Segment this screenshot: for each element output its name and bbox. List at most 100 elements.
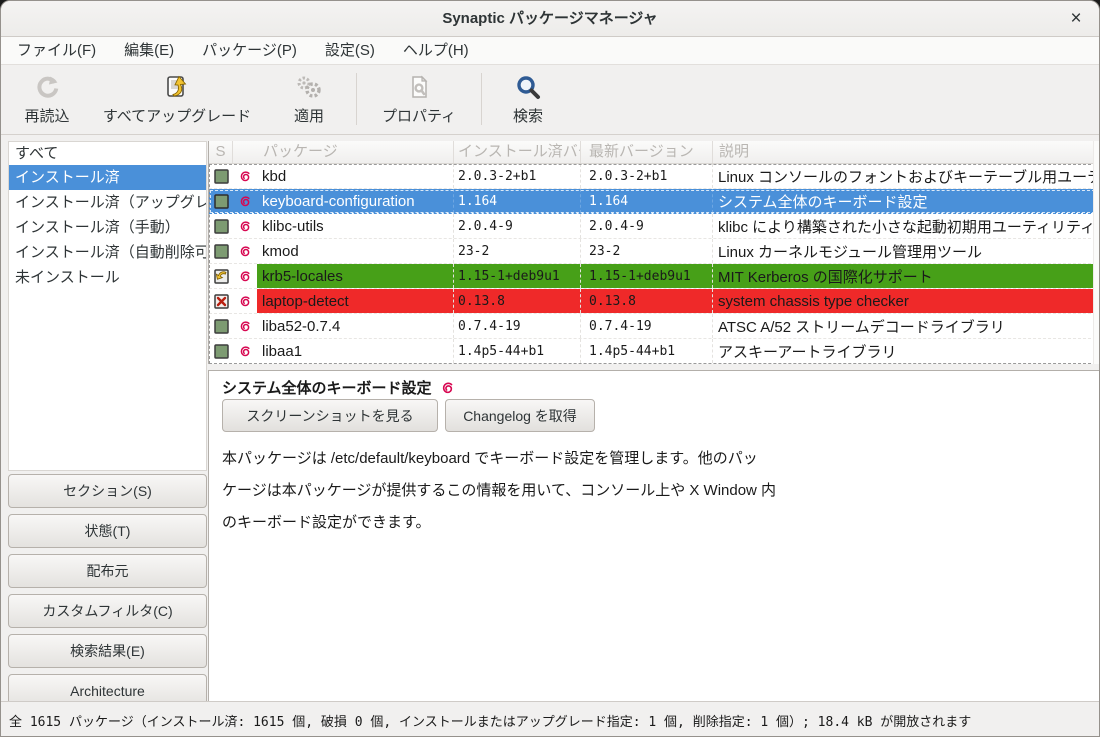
upgrade-all-button[interactable]: すべてアップグレード bbox=[97, 71, 257, 129]
menu-package[interactable]: パッケージ(P) bbox=[188, 37, 311, 64]
column-header-installed-version[interactable]: インストール済バージョン bbox=[454, 141, 581, 163]
status-bar: 全 1615 パッケージ（インストール済: 1615 個, 破損 0 個, イン… bbox=[1, 701, 1099, 737]
debian-swirl-icon bbox=[233, 264, 257, 288]
status-installed-icon bbox=[209, 164, 233, 188]
sidebar-item-installed[interactable]: インストール済 bbox=[9, 165, 206, 190]
table-row-marked-upgrade[interactable]: krb5-locales 1.15-1+deb9u1 1.15-1+deb9u1… bbox=[209, 264, 1100, 289]
column-header-description[interactable]: 説明 bbox=[713, 141, 1100, 163]
table-row[interactable]: kbd 2.0.3-2+b1 2.0.3-2+b1 Linux コンソールのフォ… bbox=[209, 164, 1100, 189]
table-row[interactable]: liba52-0.7.4 0.7.4-19 0.7.4-19 ATSC A/52… bbox=[209, 314, 1100, 339]
package-description: ATSC A/52 ストリームデコードライブラリ bbox=[713, 314, 1100, 338]
latest-version: 0.13.8 bbox=[581, 289, 713, 313]
installed-version: 0.7.4-19 bbox=[454, 314, 581, 338]
upgrade-all-icon bbox=[164, 71, 190, 103]
status-upgrade-icon bbox=[209, 264, 233, 288]
custom-filter-button[interactable]: カスタムフィルタ(C) bbox=[8, 594, 207, 628]
package-description: system chassis type checker bbox=[713, 289, 1100, 313]
upgrade-all-label: すべてアップグレード bbox=[103, 105, 251, 126]
sidebar-item-all[interactable]: すべて bbox=[9, 142, 206, 165]
table-header-row: S パッケージ インストール済バージョン 最新バージョン 説明 bbox=[209, 141, 1100, 164]
latest-version: 2.0.4-9 bbox=[581, 214, 713, 238]
apply-label: 適用 bbox=[294, 105, 324, 126]
installed-version: 23-2 bbox=[454, 239, 581, 263]
window-title: Synaptic パッケージマネージャ bbox=[1, 1, 1099, 37]
package-name: klibc-utils bbox=[257, 214, 454, 238]
latest-version: 1.164 bbox=[581, 189, 713, 213]
details-title-text: システム全体のキーボード設定 bbox=[222, 377, 432, 398]
get-screenshot-button[interactable]: スクリーンショットを見る bbox=[222, 399, 438, 432]
package-description: Linux コンソールのフォントおよびキーテーブル用ユーテ bbox=[713, 164, 1100, 188]
menu-help[interactable]: ヘルプ(H) bbox=[389, 37, 483, 64]
debian-swirl-icon bbox=[233, 164, 257, 188]
details-title: システム全体のキーボード設定 bbox=[222, 377, 455, 398]
title-bar: Synaptic パッケージマネージャ × bbox=[1, 1, 1099, 37]
status-installed-icon bbox=[209, 314, 233, 338]
column-header-package[interactable]: パッケージ bbox=[233, 141, 454, 163]
installed-version: 1.15-1+deb9u1 bbox=[454, 264, 581, 288]
status-button[interactable]: 状態(T) bbox=[8, 514, 207, 548]
debian-swirl-icon bbox=[233, 314, 257, 338]
properties-button[interactable]: プロパティ bbox=[369, 71, 469, 129]
installed-version: 2.0.4-9 bbox=[454, 214, 581, 238]
latest-version: 2.0.3-2+b1 bbox=[581, 164, 713, 188]
apply-button[interactable]: 適用 bbox=[264, 71, 354, 129]
vertical-scrollbar[interactable] bbox=[1093, 141, 1100, 364]
package-description: MIT Kerberos の国際化サポート bbox=[713, 264, 1100, 288]
sidebar-item-not-installed[interactable]: 未インストール bbox=[9, 265, 206, 290]
status-installed-icon bbox=[209, 214, 233, 238]
close-button[interactable]: × bbox=[1063, 6, 1089, 32]
details-description: 本パッケージは /etc/default/keyboard でキーボード設定を管… bbox=[222, 443, 822, 539]
reload-button[interactable]: 再読込 bbox=[9, 71, 85, 129]
origin-button[interactable]: 配布元 bbox=[8, 554, 207, 588]
menu-file[interactable]: ファイル(F) bbox=[3, 37, 110, 64]
search-button[interactable]: 検索 bbox=[496, 71, 560, 129]
debian-swirl-icon bbox=[440, 380, 455, 395]
column-header-status[interactable]: S bbox=[209, 141, 233, 163]
table-row[interactable]: libaa1 1.4p5-44+b1 1.4p5-44+b1 アスキーアートライ… bbox=[209, 339, 1100, 364]
package-name: krb5-locales bbox=[257, 264, 454, 288]
menu-edit[interactable]: 編集(E) bbox=[110, 37, 188, 64]
table-row[interactable]: kmod 23-2 23-2 Linux カーネルモジュール管理用ツール bbox=[209, 239, 1100, 264]
search-icon bbox=[515, 71, 542, 103]
search-results-button[interactable]: 検索結果(E) bbox=[8, 634, 207, 668]
get-changelog-button[interactable]: Changelog を取得 bbox=[445, 399, 595, 432]
status-remove-icon bbox=[209, 289, 233, 313]
filter-list: すべて インストール済 インストール済（アップグレ インストール済（手動） イン… bbox=[8, 141, 207, 471]
status-installed-icon bbox=[209, 339, 233, 363]
toolbar-separator bbox=[481, 73, 482, 125]
column-header-latest-version[interactable]: 最新バージョン bbox=[581, 141, 713, 163]
table-row[interactable]: klibc-utils 2.0.4-9 2.0.4-9 klibc により構築さ… bbox=[209, 214, 1100, 239]
sections-button[interactable]: セクション(S) bbox=[8, 474, 207, 508]
installed-version: 2.0.3-2+b1 bbox=[454, 164, 581, 188]
menu-bar: ファイル(F) 編集(E) パッケージ(P) 設定(S) ヘルプ(H) bbox=[1, 37, 1099, 65]
sidebar-item-installed-manual[interactable]: インストール済（手動） bbox=[9, 215, 206, 240]
status-installed-icon bbox=[209, 239, 233, 263]
properties-icon bbox=[406, 71, 432, 103]
package-table: S パッケージ インストール済バージョン 最新バージョン 説明 kbd 2.0.… bbox=[208, 141, 1100, 364]
toolbar-separator bbox=[356, 73, 357, 125]
reload-label: 再読込 bbox=[24, 105, 69, 126]
installed-version: 1.164 bbox=[454, 189, 581, 213]
debian-swirl-icon bbox=[233, 214, 257, 238]
package-description: klibc により構築された小さな起動初期用ユーティリティ bbox=[713, 214, 1100, 238]
status-installed-icon bbox=[209, 189, 233, 213]
menu-settings[interactable]: 設定(S) bbox=[311, 37, 389, 64]
installed-version: 1.4p5-44+b1 bbox=[454, 339, 581, 363]
latest-version: 1.4p5-44+b1 bbox=[581, 339, 713, 363]
table-row-marked-removal[interactable]: laptop-detect 0.13.8 0.13.8 system chass… bbox=[209, 289, 1100, 314]
package-name: kmod bbox=[257, 239, 454, 263]
package-name: laptop-detect bbox=[257, 289, 454, 313]
table-row-selected[interactable]: keyboard-configuration 1.164 1.164 システム全… bbox=[209, 189, 1100, 214]
debian-swirl-icon bbox=[233, 289, 257, 313]
latest-version: 0.7.4-19 bbox=[581, 314, 713, 338]
reload-icon bbox=[34, 71, 61, 103]
sidebar-item-installed-upgradable[interactable]: インストール済（アップグレ bbox=[9, 190, 206, 215]
debian-swirl-icon bbox=[233, 339, 257, 363]
package-description: Linux カーネルモジュール管理用ツール bbox=[713, 239, 1100, 263]
package-name: kbd bbox=[257, 164, 454, 188]
package-description: アスキーアートライブラリ bbox=[713, 339, 1100, 363]
properties-label: プロパティ bbox=[382, 105, 456, 126]
apply-icon bbox=[295, 71, 323, 103]
latest-version: 23-2 bbox=[581, 239, 713, 263]
sidebar-item-installed-autoremovable[interactable]: インストール済（自動削除可 bbox=[9, 240, 206, 265]
